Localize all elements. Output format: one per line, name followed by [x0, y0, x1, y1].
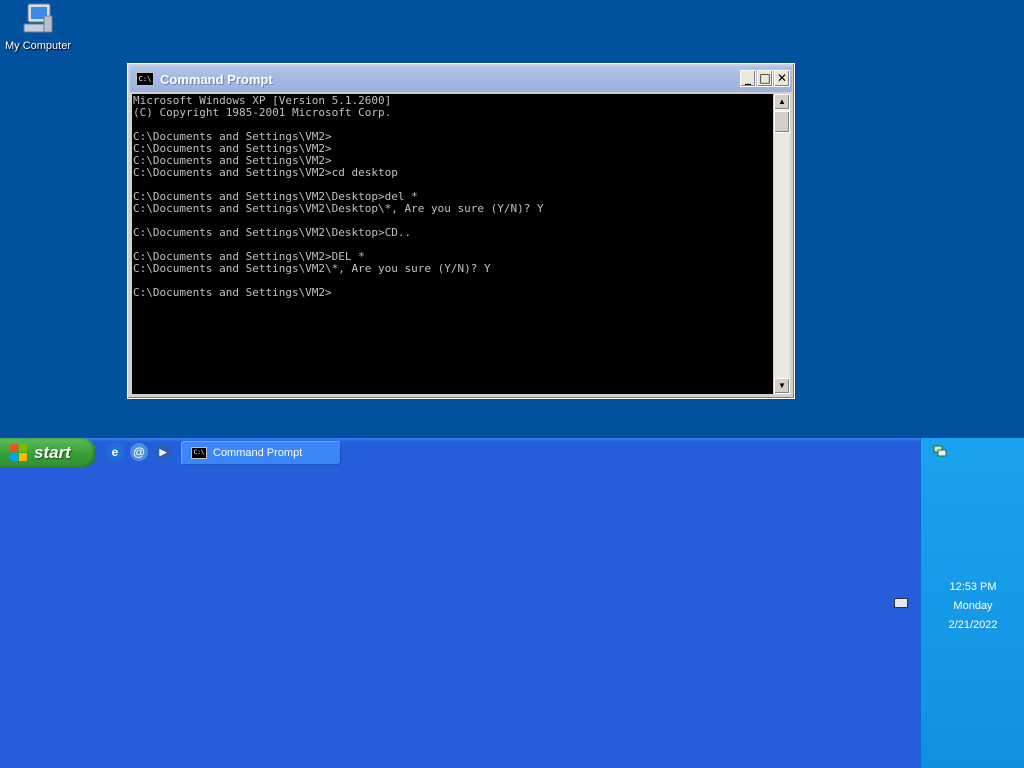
windows-logo-icon [10, 444, 28, 462]
close-button[interactable]: ✕ [774, 70, 790, 87]
window-titlebar[interactable]: C:\ Command Prompt _ □ ✕ [130, 66, 792, 92]
my-computer-icon [20, 2, 56, 36]
taskbar: start e @ ▶ C:\ Command Prompt 12:53 PM … [0, 438, 1024, 768]
maximize-button[interactable]: □ [757, 70, 773, 87]
minimize-button[interactable]: _ [740, 70, 756, 87]
desktop-icon-my-computer[interactable]: My Computer [4, 2, 72, 52]
clock-day: Monday [953, 600, 993, 612]
command-prompt-icon: C:\ [191, 447, 207, 459]
start-button[interactable]: start [0, 438, 96, 468]
desktop: My Computer C:\ Command Prompt _ □ ✕ Mic… [0, 0, 1024, 438]
scroll-thumb[interactable] [774, 111, 790, 133]
clock-time: 12:53 PM [949, 581, 997, 593]
scroll-up-button[interactable]: ▲ [774, 94, 790, 110]
internet-explorer-icon[interactable]: e [106, 443, 124, 461]
network-icon[interactable] [933, 444, 947, 458]
command-prompt-icon: C:\ [136, 72, 154, 86]
clock-date: 2/21/2022 [948, 619, 998, 631]
quick-launch: e @ ▶ [106, 443, 172, 461]
window-title: Command Prompt [160, 71, 273, 87]
media-player-icon[interactable]: ▶ [154, 443, 172, 461]
terminal-text: Microsoft Windows XP [Version 5.1.2600] … [133, 94, 544, 299]
taskbar-button-label: Command Prompt [213, 447, 303, 459]
system-tray: 12:53 PM Monday 2/21/2022 [920, 438, 1024, 768]
vertical-scrollbar[interactable]: ▲ ▼ [773, 94, 790, 394]
keyboard-icon[interactable] [894, 598, 908, 608]
outlook-express-icon[interactable]: @ [130, 443, 148, 461]
taskbar-button-command-prompt[interactable]: C:\ Command Prompt [181, 441, 341, 465]
clock[interactable]: 12:53 PM Monday 2/21/2022 [921, 578, 1024, 635]
window-controls: _ □ ✕ [740, 70, 790, 87]
start-label: start [34, 443, 71, 462]
scroll-down-button[interactable]: ▼ [774, 378, 790, 394]
command-prompt-window[interactable]: C:\ Command Prompt _ □ ✕ Microsoft Windo… [127, 63, 795, 399]
desktop-icon-label: My Computer [4, 40, 72, 52]
terminal-output[interactable]: Microsoft Windows XP [Version 5.1.2600] … [132, 94, 773, 394]
